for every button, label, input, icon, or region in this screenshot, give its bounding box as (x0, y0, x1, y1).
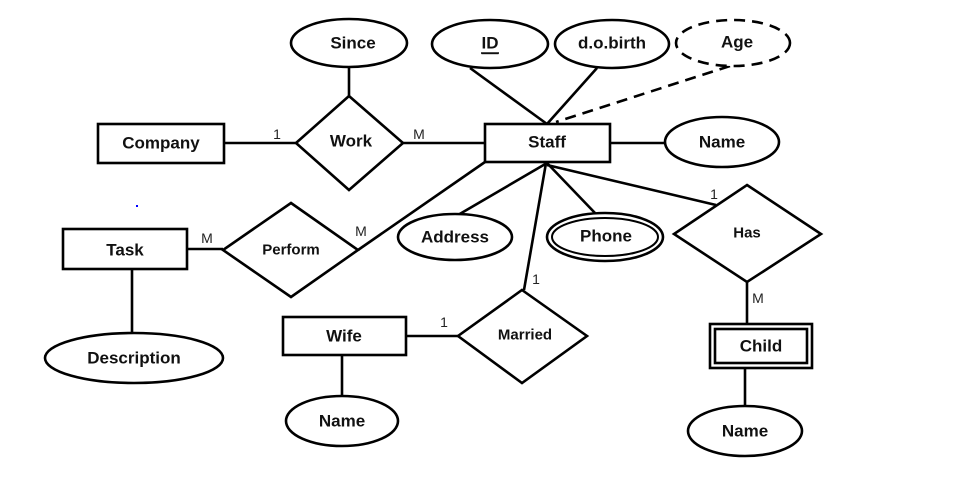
cardinality-task-perform: M (201, 230, 213, 246)
relationship-married: Married (455, 288, 590, 385)
cardinality-staff-has: 1 (710, 186, 718, 202)
weak-entity-child: Child (708, 322, 814, 370)
attribute-wife-name: Name (284, 394, 400, 448)
id-staff-line (469, 66, 548, 126)
relationship-work: Work (294, 94, 405, 192)
derived-attribute-age: Age (674, 18, 792, 68)
relationship-work-label: Work (330, 132, 373, 151)
er-diagram: Company Staff Task Wife Child Work Perfo… (0, 0, 975, 503)
staff-has-line (546, 163, 717, 207)
attribute-wife-name-label: Name (319, 412, 365, 431)
attribute-child-name-label: Name (722, 422, 768, 441)
attribute-since-label: Since (330, 34, 375, 53)
attribute-staff-name: Name (663, 115, 781, 169)
attribute-phone-label: Phone (580, 227, 632, 246)
attribute-dob: d.o.birth (553, 18, 671, 70)
relationship-perform: Perform (220, 201, 361, 299)
er-diagram-svg: Company Staff Task Wife Child Work Perfo… (43, 17, 824, 458)
cardinality-perform-staff: M (355, 223, 367, 239)
entity-task-label: Task (106, 241, 144, 260)
attribute-child-name: Name (686, 404, 804, 458)
attribute-description-label: Description (87, 349, 181, 368)
key-attribute-id: ID (430, 18, 550, 70)
entity-company-label: Company (122, 134, 200, 153)
cardinality-wife-married: 1 (440, 314, 448, 330)
cardinality-married-staff: 1 (532, 271, 540, 287)
entity-staff: Staff (483, 122, 612, 164)
entity-company: Company (96, 122, 226, 165)
entity-child-label: Child (740, 337, 783, 356)
entity-staff-label: Staff (528, 133, 566, 152)
relationship-married-label: Married (498, 327, 552, 344)
attribute-age-label: Age (721, 33, 753, 52)
entity-wife: Wife (281, 315, 408, 357)
attribute-id-label: ID (482, 34, 499, 53)
attribute-address-label: Address (421, 228, 489, 247)
stray-dot (136, 205, 138, 207)
relationship-has-label: Has (733, 225, 761, 242)
cardinality-company-work: 1 (273, 126, 281, 142)
attribute-description: Description (43, 331, 225, 385)
entity-wife-label: Wife (326, 327, 362, 346)
attribute-staff-name-label: Name (699, 133, 745, 152)
attribute-dob-label: d.o.birth (578, 34, 646, 53)
attribute-address: Address (396, 212, 514, 262)
cardinality-work-staff: M (413, 126, 425, 142)
cardinality-has-child: M (752, 290, 764, 306)
entity-task: Task (61, 227, 189, 271)
relationship-perform-label: Perform (262, 242, 320, 259)
attribute-since: Since (289, 17, 409, 69)
age-staff-line (555, 64, 731, 124)
multivalued-attribute-phone: Phone (545, 211, 665, 263)
